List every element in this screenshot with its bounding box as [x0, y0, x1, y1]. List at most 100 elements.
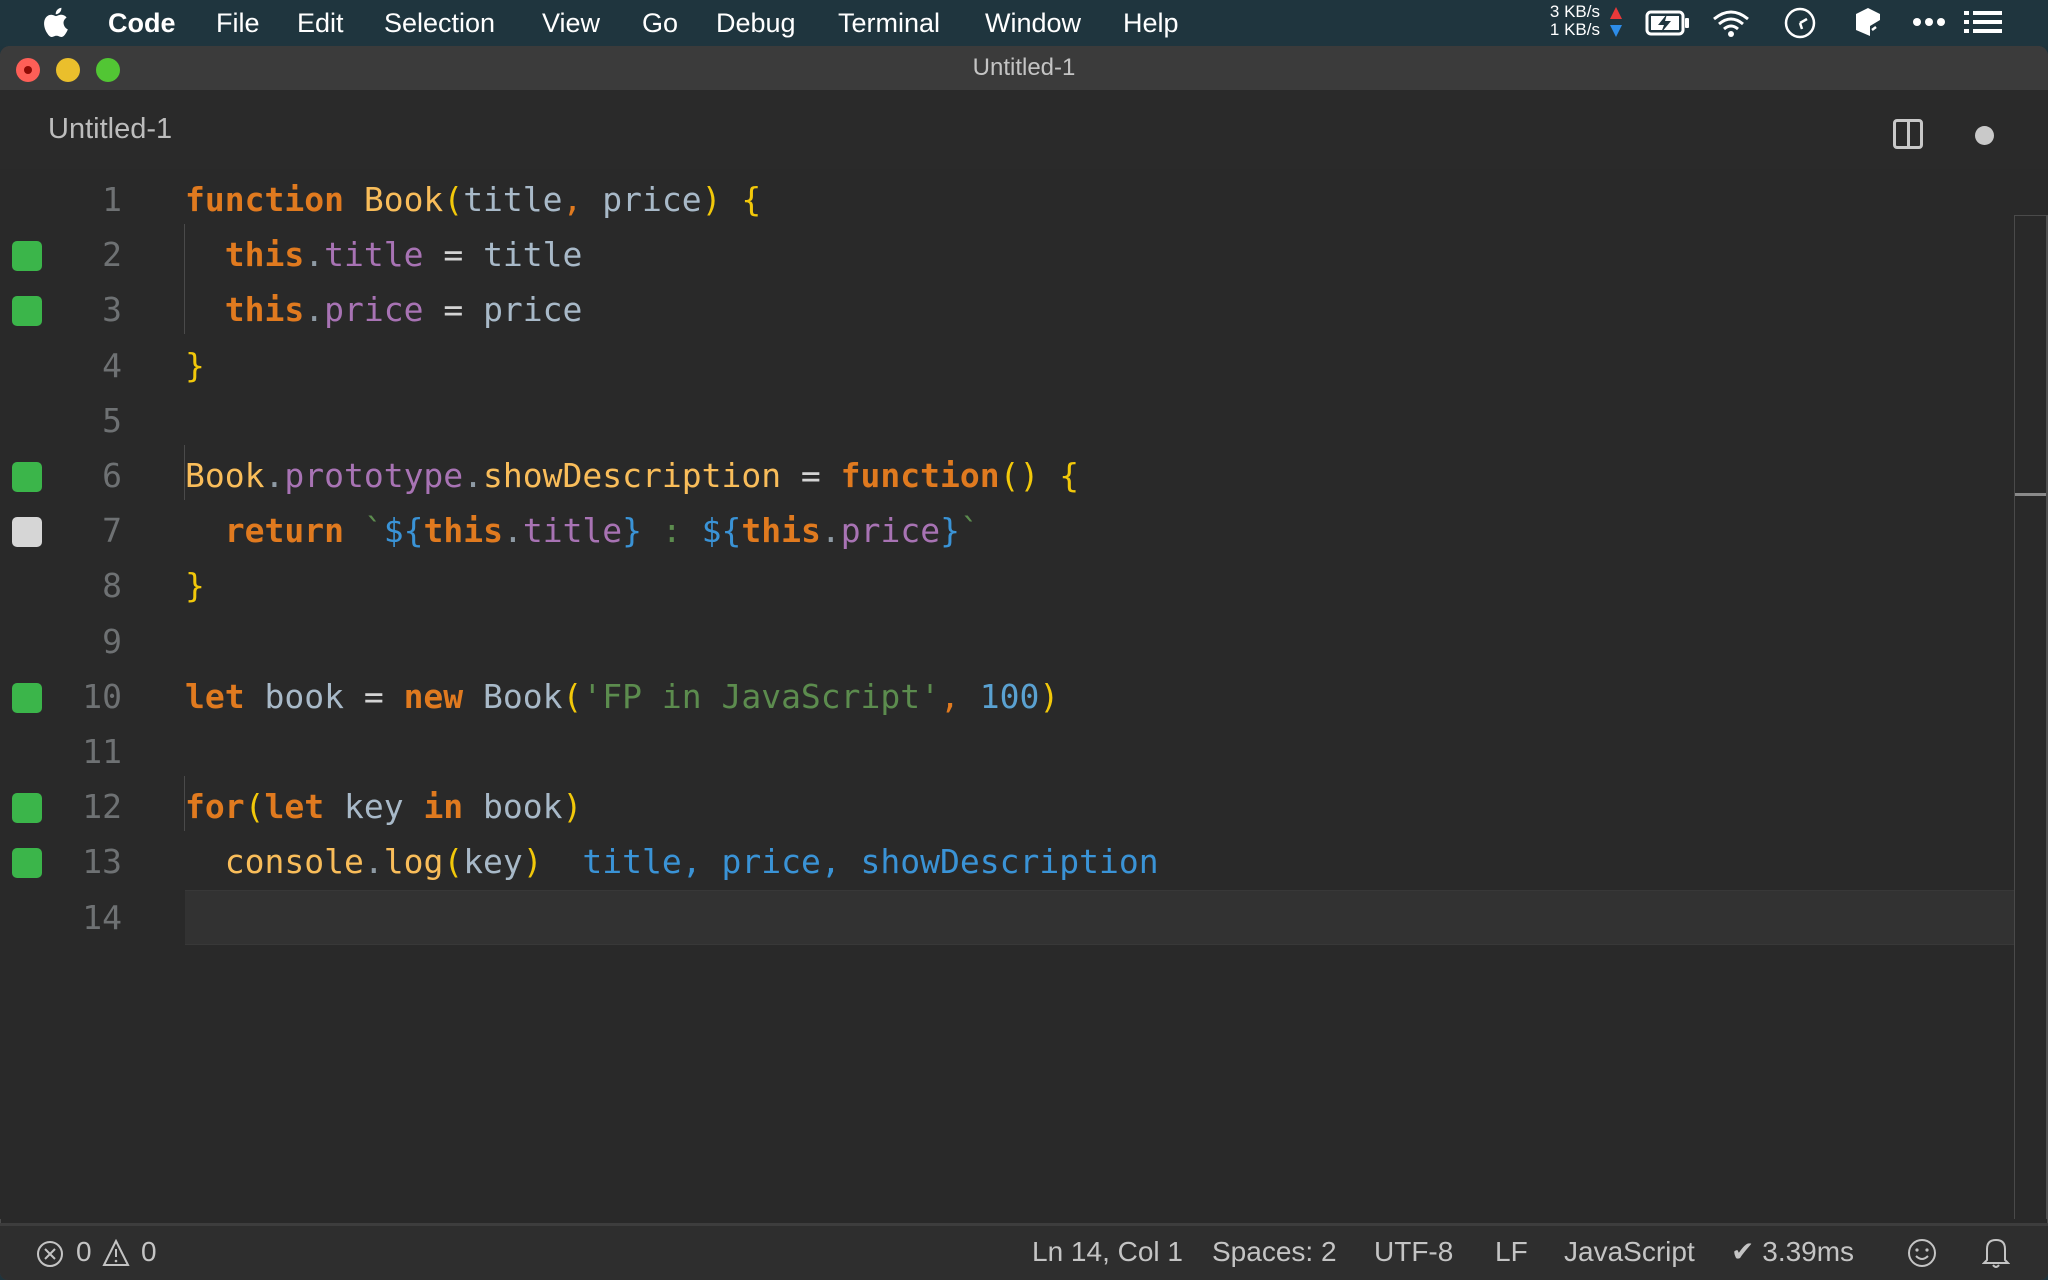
- executed-line-marker-icon[interactable]: [12, 848, 42, 879]
- menu-selection[interactable]: Selection: [384, 7, 495, 39]
- menu-file[interactable]: File: [216, 7, 260, 39]
- code-text[interactable]: let book = new Book('FP in JavaScript', …: [185, 677, 1059, 717]
- upload-speed: 3 KB/s: [1549, 2, 1600, 21]
- overview-ruler[interactable]: [2014, 215, 2015, 1219]
- language-mode[interactable]: JavaScript: [1564, 1236, 1695, 1268]
- warning-count[interactable]: 0: [141, 1236, 157, 1268]
- executed-line-marker-icon[interactable]: [12, 682, 42, 713]
- line-number[interactable]: 7: [40, 511, 122, 551]
- code-line[interactable]: 9: [0, 614, 2014, 669]
- menu-help[interactable]: Help: [1123, 7, 1179, 39]
- notifications-bell-icon[interactable]: [1982, 1235, 2010, 1269]
- code-token: title: [522, 511, 623, 551]
- code-token: title: [324, 235, 424, 275]
- line-number[interactable]: 8: [40, 566, 122, 606]
- line-number[interactable]: 10: [40, 677, 122, 717]
- code-text[interactable]: return `${this.title} : ${this.price}`: [185, 511, 980, 551]
- wifi-icon[interactable]: [1711, 8, 1751, 38]
- code-token: console: [224, 842, 364, 882]
- line-number[interactable]: 3: [40, 290, 122, 330]
- code-token: (: [443, 180, 464, 219]
- app-cube-icon[interactable]: [1853, 6, 1883, 40]
- code-text[interactable]: }: [185, 346, 205, 386]
- line-number[interactable]: 12: [40, 787, 122, 827]
- clock-icon[interactable]: [1783, 6, 1817, 40]
- code-token: Book: [185, 456, 265, 495]
- code-token: ): [1039, 676, 1060, 716]
- menu-edit[interactable]: Edit: [297, 7, 344, 39]
- menu-go[interactable]: Go: [642, 7, 678, 39]
- indentation-setting[interactable]: Spaces: 2: [1212, 1236, 1337, 1268]
- code-text[interactable]: for(let key in book): [185, 787, 582, 827]
- error-icon[interactable]: [36, 1240, 64, 1268]
- more-dots-icon[interactable]: [1912, 16, 1946, 28]
- code-line[interactable]: 6 Book.prototype.showDescription = functi…: [0, 448, 2014, 503]
- code-text[interactable]: console.log(key) title, price, showDescr…: [185, 842, 1159, 882]
- executed-line-marker-icon[interactable]: [12, 793, 42, 824]
- cursor-position[interactable]: Ln 14, Col 1: [1032, 1236, 1183, 1268]
- warning-icon[interactable]: [102, 1239, 130, 1267]
- code-editor[interactable]: 1 function Book(title, price) { 2 this.tit…: [0, 169, 2048, 1219]
- code-token: }: [940, 511, 960, 551]
- code-line[interactable]: 11: [0, 724, 2014, 779]
- code-line[interactable]: 5: [0, 393, 2014, 448]
- quokka-timing[interactable]: ✔ 3.39ms: [1731, 1236, 1854, 1268]
- apple-logo-icon[interactable]: [42, 6, 68, 38]
- tab-untitled-1[interactable]: Untitled-1: [48, 113, 172, 146]
- list-icon[interactable]: [1964, 10, 2002, 34]
- line-number[interactable]: 4: [40, 346, 122, 386]
- code-line-current[interactable]: 14: [0, 889, 2014, 945]
- code-line[interactable]: 3 this.price = price: [0, 282, 2014, 337]
- split-editor-icon[interactable]: [1893, 119, 1923, 149]
- line-number[interactable]: 13: [40, 842, 122, 882]
- file-encoding[interactable]: UTF-8: [1374, 1236, 1453, 1268]
- line-number[interactable]: 1: [40, 180, 122, 220]
- code-line[interactable]: 7 return `${this.title} : ${this.price}`: [0, 503, 2014, 558]
- code-token: return: [224, 511, 344, 551]
- menu-app-code[interactable]: Code: [108, 7, 176, 39]
- executed-line-marker-icon[interactable]: [12, 241, 42, 272]
- executed-line-marker-icon[interactable]: [12, 462, 42, 492]
- code-text[interactable]: function Book(title, price) {: [185, 180, 761, 220]
- menu-view[interactable]: View: [542, 7, 600, 39]
- end-of-line[interactable]: LF: [1495, 1236, 1528, 1268]
- line-number[interactable]: 5: [40, 401, 122, 441]
- executed-line-marker-icon[interactable]: [12, 296, 42, 327]
- code-token: 'FP in JavaScript': [582, 676, 941, 716]
- code-line[interactable]: 13 console.log(key) title, price, showDe…: [0, 834, 2014, 889]
- line-number[interactable]: 6: [40, 456, 122, 496]
- vscode-window: Untitled-1 Untitled-1 1 function Book(tit…: [0, 46, 2048, 1280]
- code-line[interactable]: 12 for(let key in book): [0, 779, 2014, 834]
- line-number[interactable]: 14: [40, 898, 122, 938]
- code-token: ): [701, 180, 722, 219]
- code-token: prototype: [284, 456, 464, 495]
- code-line[interactable]: 2 this.title = title: [0, 227, 2014, 282]
- code-token: }: [185, 345, 205, 385]
- error-count[interactable]: 0: [76, 1236, 92, 1268]
- code-line[interactable]: 8}: [0, 558, 2014, 613]
- line-number[interactable]: 9: [40, 622, 122, 662]
- partially-covered-marker-icon[interactable]: [12, 517, 42, 548]
- code-token: book: [463, 787, 563, 827]
- code-line[interactable]: 10 let book = new Book('FP in JavaScript'…: [0, 669, 2014, 724]
- menu-terminal[interactable]: Terminal: [838, 7, 940, 39]
- code-text[interactable]: Book.prototype.showDescription = functio…: [185, 456, 1079, 496]
- line-number[interactable]: 2: [40, 235, 122, 275]
- battery-charging-icon[interactable]: [1645, 10, 1691, 36]
- line-number[interactable]: 11: [40, 732, 122, 772]
- unsaved-changes-dot-icon[interactable]: [1975, 126, 1994, 145]
- menu-window[interactable]: Window: [985, 7, 1081, 39]
- code-line[interactable]: 4}: [0, 338, 2014, 393]
- network-speed[interactable]: 3 KB/s 1 KB/s: [1540, 3, 1600, 39]
- code-token: =: [781, 456, 841, 495]
- feedback-smiley-icon[interactable]: [1906, 1237, 1938, 1269]
- code-line[interactable]: 1 function Book(title, price) {: [0, 172, 2014, 227]
- code-text[interactable]: }: [185, 566, 205, 606]
- code-token: ,: [940, 676, 960, 716]
- code-text[interactable]: this.title = title: [185, 235, 583, 275]
- menu-debug[interactable]: Debug: [716, 7, 796, 39]
- code-text[interactable]: this.price = price: [185, 290, 583, 330]
